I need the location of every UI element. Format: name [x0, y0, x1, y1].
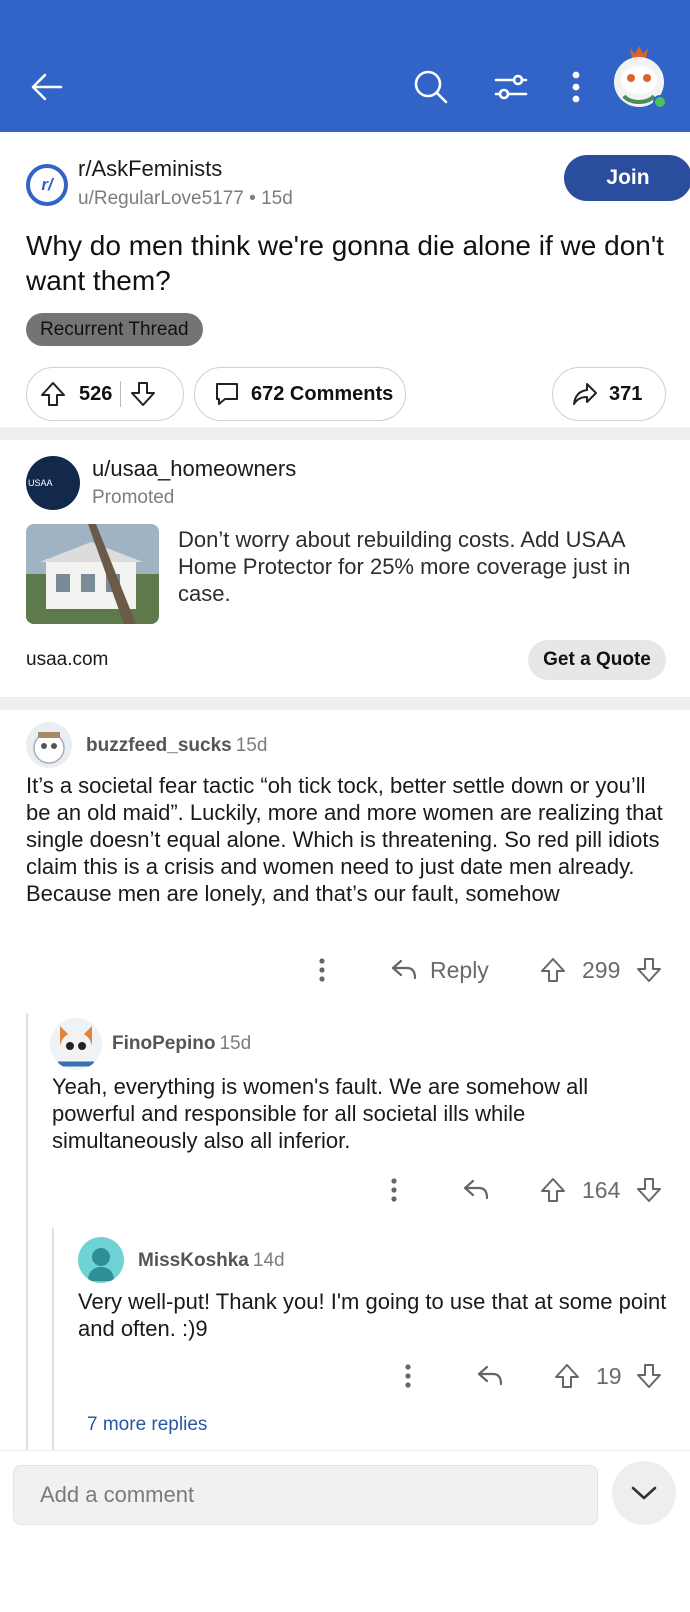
- back-arrow-icon[interactable]: [22, 62, 72, 112]
- subreddit-icon[interactable]: r/: [26, 164, 68, 206]
- reply-icon: [390, 957, 418, 983]
- share-count: 371: [609, 382, 643, 405]
- upvote-icon[interactable]: [540, 956, 566, 984]
- user-avatar-icon[interactable]: [610, 40, 668, 114]
- comment-age: 14d: [252, 1250, 285, 1271]
- ad-thumbnail-image[interactable]: [26, 524, 159, 624]
- comments-button[interactable]: 672 Comments: [194, 367, 406, 421]
- vote-divider: [120, 381, 122, 407]
- downvote-icon[interactable]: [636, 1362, 662, 1390]
- downvote-icon[interactable]: [636, 1176, 662, 1204]
- search-icon[interactable]: [406, 62, 456, 112]
- subreddit-name[interactable]: r/AskFeminists: [78, 156, 222, 182]
- reply-label: Reply: [430, 956, 489, 983]
- get-quote-button[interactable]: Get a Quote: [528, 640, 666, 680]
- promoted-label: Promoted: [92, 487, 175, 508]
- comment-actions: 164: [0, 1170, 690, 1210]
- comment-header: FinoPepino 15d: [112, 1033, 251, 1055]
- upvote-icon[interactable]: [540, 1176, 566, 1204]
- comment-age: 15d: [235, 735, 268, 756]
- ad-domain[interactable]: usaa.com: [26, 649, 108, 671]
- upvote-icon[interactable]: [554, 1362, 580, 1390]
- add-comment-input[interactable]: Add a comment: [13, 1465, 598, 1525]
- comment-more-icon[interactable]: [390, 1177, 398, 1203]
- comment-username[interactable]: FinoPepino: [112, 1033, 215, 1054]
- commenter-avatar[interactable]: [78, 1237, 124, 1283]
- comment-header: MissKoshka 14d: [138, 1250, 285, 1272]
- downvote-icon[interactable]: [129, 380, 157, 408]
- chevron-down-icon: [630, 1484, 658, 1502]
- comment-vote-count: 299: [582, 956, 621, 983]
- commenter-avatar[interactable]: [26, 722, 72, 768]
- comment-body: It’s a societal fear tactic “oh tick toc…: [26, 773, 663, 906]
- comment-vote-count: 19: [596, 1362, 622, 1389]
- share-icon: [571, 380, 599, 408]
- upvote-icon[interactable]: [39, 380, 67, 408]
- vote-control: 526: [26, 367, 184, 421]
- comment-username[interactable]: buzzfeed_sucks: [86, 735, 232, 756]
- kebab-menu-icon[interactable]: [556, 62, 596, 112]
- join-button[interactable]: Join: [564, 155, 690, 201]
- sliders-icon[interactable]: [486, 62, 536, 112]
- thread-line[interactable]: [52, 1228, 54, 1450]
- comment-actions: Reply 299: [0, 950, 690, 990]
- ad-copy[interactable]: Don’t worry about rebuilding costs. Add …: [178, 526, 666, 607]
- advertiser-avatar[interactable]: USAA: [26, 456, 80, 510]
- upvote-count: 526: [79, 382, 113, 405]
- comment-bubble-icon: [213, 380, 241, 408]
- comments-count: 672 Comments: [251, 382, 394, 405]
- collapse-button[interactable]: [612, 1461, 676, 1525]
- comment-vote-count: 164: [582, 1176, 621, 1203]
- reply-icon[interactable]: [462, 1177, 490, 1203]
- comment-body: Very well-put! Thank you! I'm going to u…: [78, 1289, 667, 1341]
- comment-header: buzzfeed_sucks 15d: [86, 735, 267, 757]
- section-divider: [0, 427, 690, 440]
- post-age: • 15d: [249, 188, 293, 209]
- advertiser-avatar-text: USAA: [28, 478, 53, 488]
- share-button[interactable]: 371: [552, 367, 666, 421]
- comment-more-icon[interactable]: [404, 1363, 412, 1389]
- app-header: [0, 0, 690, 132]
- comment-username[interactable]: MissKoshka: [138, 1250, 249, 1271]
- downvote-icon[interactable]: [636, 956, 662, 984]
- comment-more-icon[interactable]: [318, 957, 326, 983]
- post-author[interactable]: u/RegularLove5177: [78, 188, 244, 209]
- comment-body: Yeah, everything is women's fault. We ar…: [52, 1074, 589, 1153]
- comment-actions: 19: [0, 1356, 690, 1396]
- more-replies-link[interactable]: 7 more replies: [87, 1414, 207, 1436]
- reply-icon[interactable]: [476, 1363, 504, 1389]
- post-title: Why do men think we're gonna die alone i…: [26, 230, 664, 296]
- comment-composer-bar: Add a comment: [0, 1450, 690, 1612]
- post-meta: u/RegularLove5177 • 15d: [78, 188, 293, 210]
- section-divider: [0, 697, 690, 710]
- comment-age: 15d: [219, 1033, 252, 1054]
- post-flair[interactable]: Recurrent Thread: [26, 313, 203, 346]
- reply-button[interactable]: Reply: [390, 957, 489, 984]
- advertiser-name[interactable]: u/usaa_homeowners: [92, 456, 296, 482]
- commenter-avatar[interactable]: [50, 1018, 102, 1070]
